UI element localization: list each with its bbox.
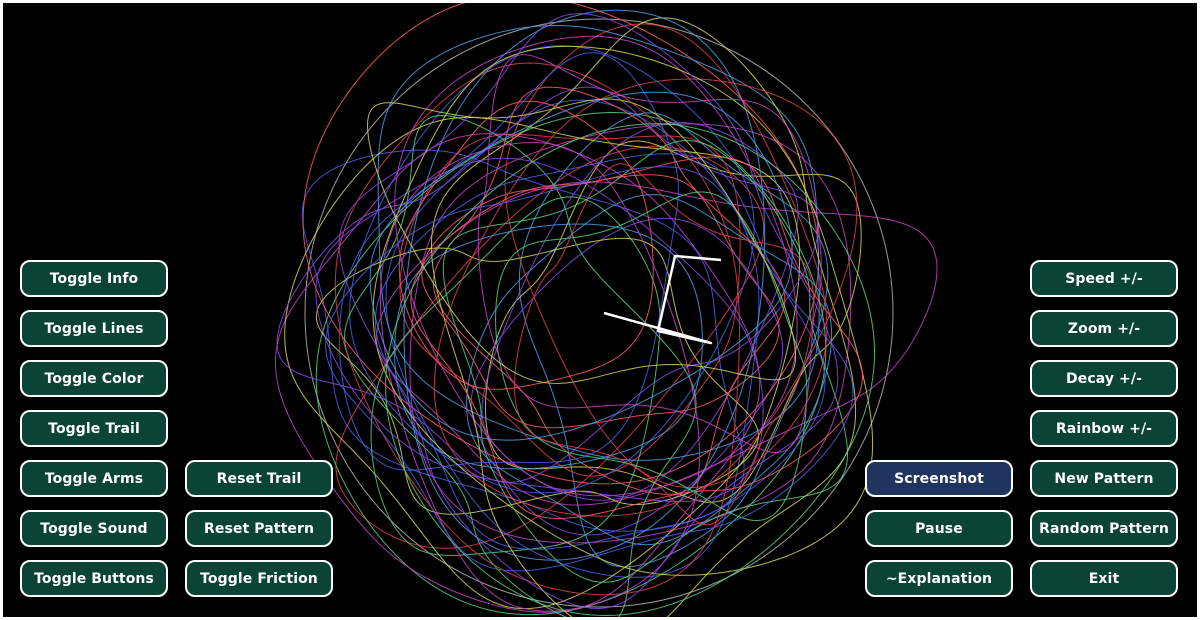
- decay-label: Decay +/-: [1066, 370, 1142, 387]
- new-pattern-label: New Pattern: [1054, 470, 1154, 487]
- toggle-lines-button[interactable]: Toggle Lines: [20, 310, 168, 347]
- toggle-color-label: Toggle Color: [44, 370, 144, 387]
- explanation-label: ~Explanation: [885, 570, 993, 587]
- explanation-button[interactable]: ~Explanation: [865, 560, 1013, 597]
- toggle-buttons-label: Toggle Buttons: [34, 570, 154, 587]
- speed-label: Speed +/-: [1065, 270, 1143, 287]
- toggle-arms-button[interactable]: Toggle Arms: [20, 460, 168, 497]
- zoom-button[interactable]: Zoom +/-: [1030, 310, 1178, 347]
- rainbow-button[interactable]: Rainbow +/-: [1030, 410, 1178, 447]
- toggle-sound-button[interactable]: Toggle Sound: [20, 510, 168, 547]
- toggle-sound-label: Toggle Sound: [40, 520, 148, 537]
- app-window: Toggle Info Toggle Lines Toggle Color To…: [3, 3, 1197, 617]
- reset-pattern-label: Reset Pattern: [203, 520, 315, 537]
- toggle-color-button[interactable]: Toggle Color: [20, 360, 168, 397]
- trail-loop: [394, 35, 798, 497]
- random-pattern-button[interactable]: Random Pattern: [1030, 510, 1178, 547]
- reset-trail-label: Reset Trail: [216, 470, 302, 487]
- zoom-label: Zoom +/-: [1067, 320, 1141, 337]
- trail-loop: [504, 23, 828, 489]
- trail-loop: [369, 91, 793, 441]
- trail-loop: [375, 181, 938, 506]
- trail-loop: [484, 140, 862, 503]
- trail-loop: [338, 52, 679, 471]
- trail-group: [274, 3, 938, 617]
- exit-button[interactable]: Exit: [1030, 560, 1178, 597]
- toggle-lines-label: Toggle Lines: [44, 320, 144, 337]
- reset-trail-button[interactable]: Reset Trail: [185, 460, 333, 497]
- toggle-trail-button[interactable]: Toggle Trail: [20, 410, 168, 447]
- reset-pattern-button[interactable]: Reset Pattern: [185, 510, 333, 547]
- screenshot-button[interactable]: Screenshot: [865, 460, 1013, 497]
- trail-loop: [385, 123, 876, 617]
- toggle-trail-label: Toggle Trail: [48, 420, 140, 437]
- toggle-info-label: Toggle Info: [49, 270, 139, 287]
- pause-button[interactable]: Pause: [865, 510, 1013, 547]
- rainbow-label: Rainbow +/-: [1055, 420, 1153, 437]
- exit-label: Exit: [1088, 570, 1120, 587]
- boundary-circle: [304, 18, 894, 608]
- toggle-info-button[interactable]: Toggle Info: [20, 260, 168, 297]
- toggle-friction-label: Toggle Friction: [200, 570, 318, 587]
- toggle-buttons-button[interactable]: Toggle Buttons: [20, 560, 168, 597]
- random-pattern-label: Random Pattern: [1039, 520, 1169, 537]
- new-pattern-button[interactable]: New Pattern: [1030, 460, 1178, 497]
- pattern-canvas: [274, 3, 938, 617]
- pause-label: Pause: [915, 520, 963, 537]
- decay-button[interactable]: Decay +/-: [1030, 360, 1178, 397]
- toggle-friction-button[interactable]: Toggle Friction: [185, 560, 333, 597]
- trail-loop: [442, 139, 849, 583]
- toggle-arms-label: Toggle Arms: [44, 470, 144, 487]
- speed-button[interactable]: Speed +/-: [1030, 260, 1178, 297]
- screenshot-label: Screenshot: [894, 470, 984, 487]
